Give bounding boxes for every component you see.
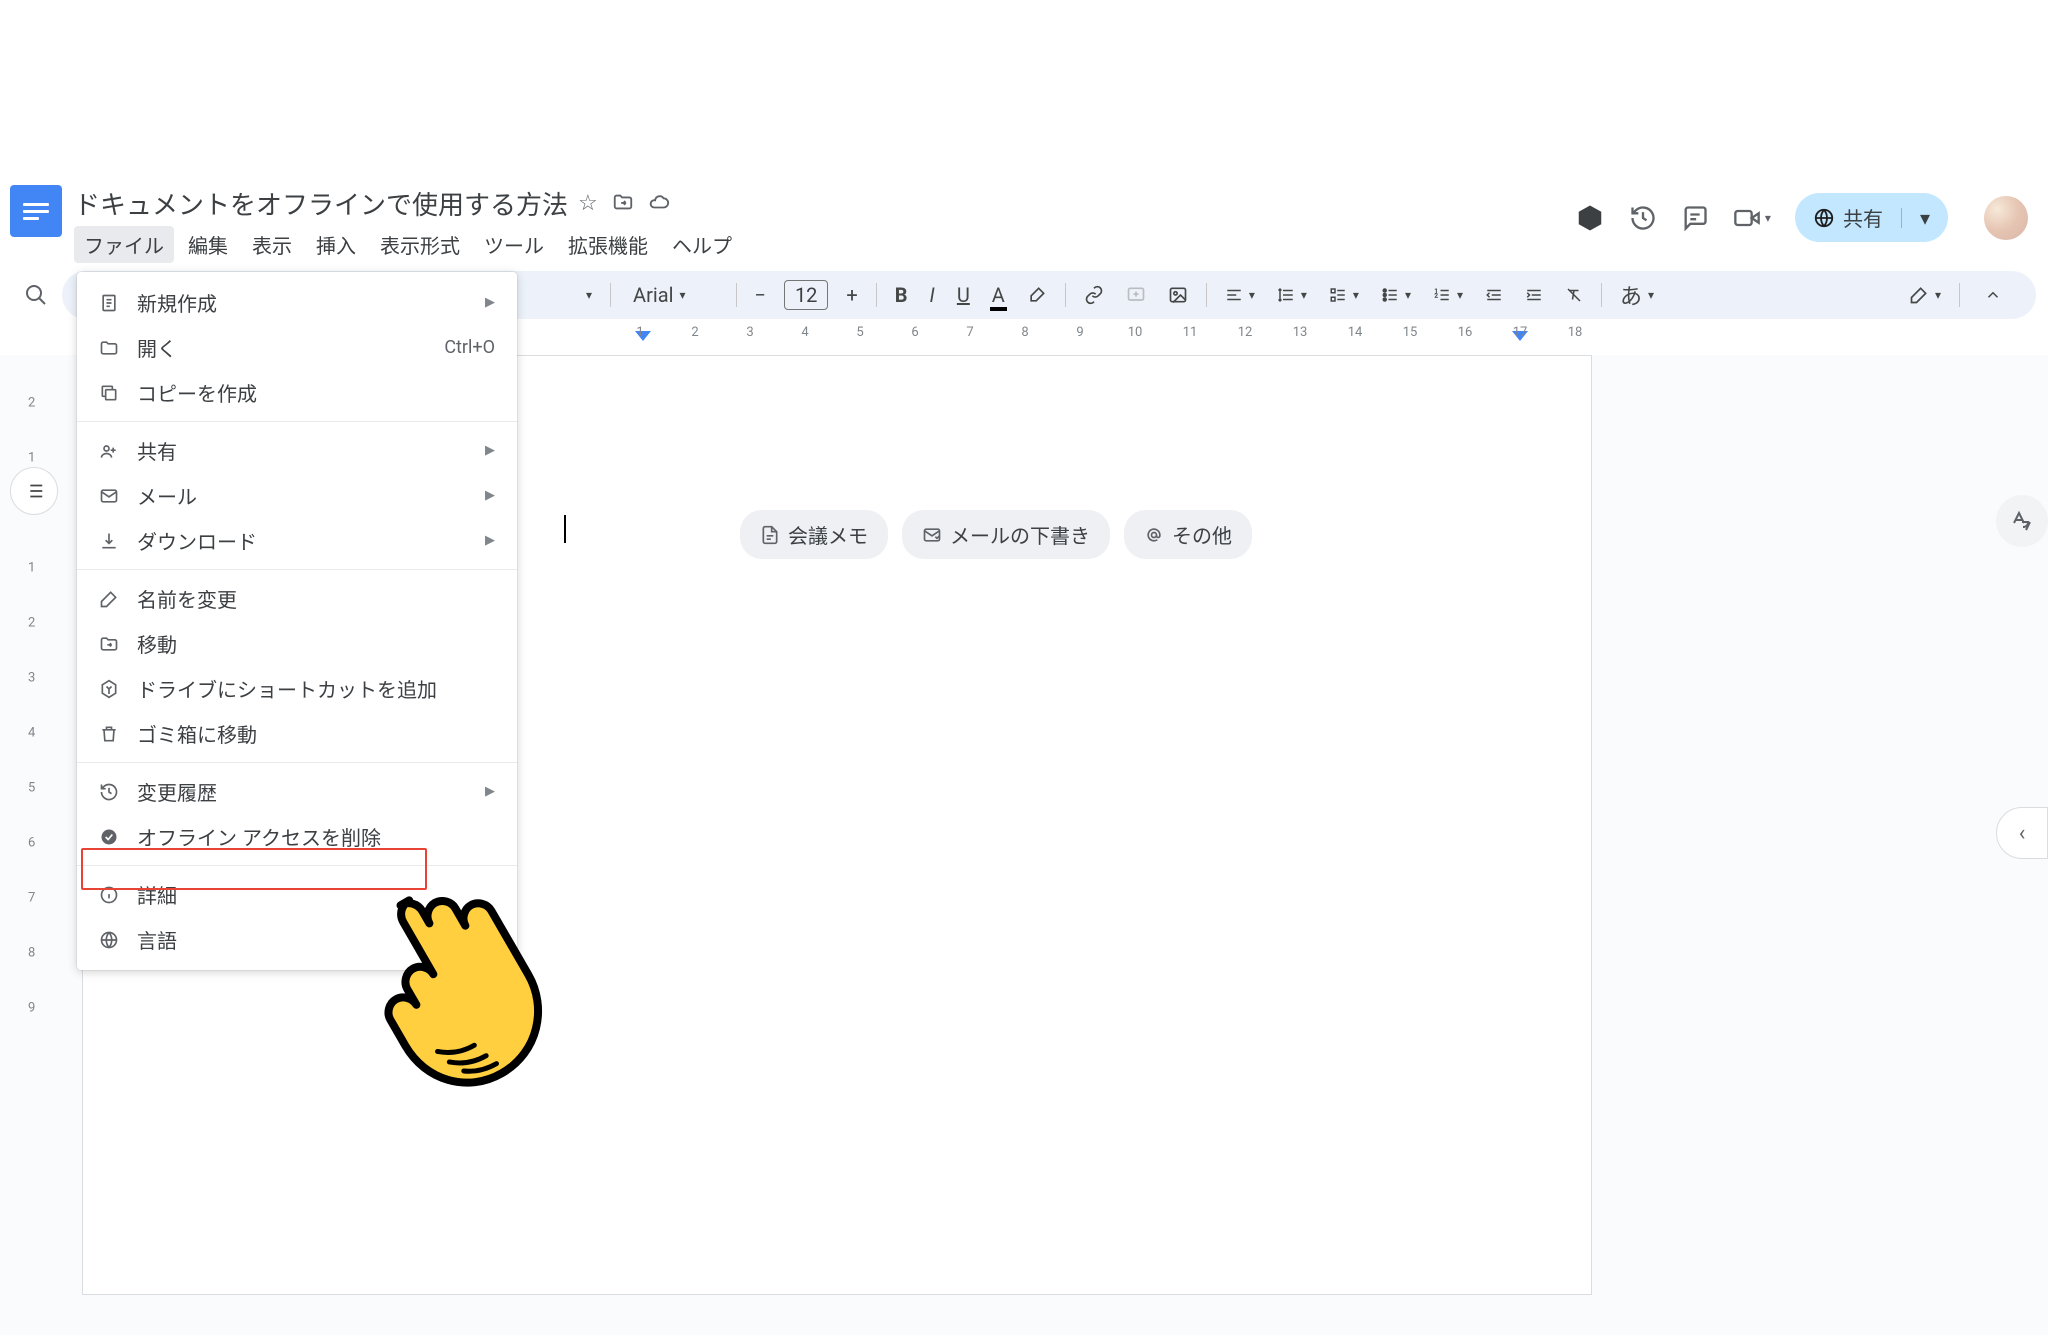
file-menu-history[interactable]: 変更履歴▶	[77, 769, 517, 814]
highlight-button[interactable]	[1019, 279, 1055, 311]
align-button[interactable]	[1217, 280, 1263, 310]
history-icon[interactable]	[1629, 204, 1657, 232]
font-family-dropdown[interactable]: Arial	[621, 283, 725, 307]
history-icon	[99, 782, 123, 802]
menu-編集[interactable]: 編集	[178, 226, 238, 263]
share-icon	[99, 441, 123, 461]
file-menu-copy[interactable]: コピーを作成	[77, 370, 517, 415]
italic-button[interactable]: I	[922, 277, 943, 313]
apps-hex-icon[interactable]	[1575, 203, 1605, 233]
shortcut-icon	[99, 679, 123, 699]
user-avatar[interactable]	[1984, 196, 2028, 240]
menubar: ファイル編集表示挿入表示形式ツール拡張機能ヘルプ	[74, 226, 1563, 263]
underline-button[interactable]: U	[949, 277, 978, 313]
doc-title[interactable]: ドキュメントをオフラインで使用する方法	[74, 185, 568, 222]
menu-挿入[interactable]: 挿入	[306, 226, 366, 263]
chip-メールの下書き[interactable]: メールの下書き	[902, 510, 1110, 559]
cloud-status-icon[interactable]	[648, 191, 670, 216]
editing-mode-button[interactable]	[1901, 279, 1949, 311]
header: ドキュメントをオフラインで使用する方法 ☆ ファイル編集表示挿入表示形式ツール拡…	[0, 175, 2048, 263]
menu-ツール[interactable]: ツール	[474, 226, 554, 263]
page-icon	[760, 525, 780, 545]
file-menu-info[interactable]: 詳細	[77, 872, 517, 917]
text-color-button[interactable]: A	[984, 277, 1013, 313]
menu-ヘルプ[interactable]: ヘルプ	[662, 226, 742, 263]
side-panel-toggle[interactable]: ‹	[1996, 807, 2048, 859]
font-size-increase[interactable]: +	[838, 277, 865, 313]
translate-button[interactable]	[1996, 495, 2048, 547]
insert-image-button[interactable]	[1160, 279, 1196, 311]
trash-icon	[99, 724, 123, 744]
at-icon	[1144, 525, 1164, 545]
line-spacing-button[interactable]	[1269, 280, 1315, 310]
template-chips: 会議メモメールの下書きその他	[740, 510, 1252, 559]
insert-comment-button[interactable]	[1118, 279, 1154, 311]
file-menu-open[interactable]: 開くCtrl+O	[77, 325, 517, 370]
text-cursor	[564, 515, 566, 543]
insert-link-button[interactable]	[1076, 279, 1112, 311]
svg-text:2: 2	[1434, 292, 1438, 299]
clear-formatting-button[interactable]	[1557, 280, 1591, 310]
file-menu-new[interactable]: 新規作成▶	[77, 280, 517, 325]
mail-icon	[99, 486, 123, 506]
file-menu-download[interactable]: ダウンロード▶	[77, 518, 517, 563]
font-size-input[interactable]: 12	[784, 280, 828, 310]
vertical-ruler[interactable]: 21123456789	[28, 363, 50, 1263]
file-menu-move[interactable]: 移動	[77, 621, 517, 666]
file-menu-mail[interactable]: メール▶	[77, 473, 517, 518]
styles-dropdown[interactable]	[572, 282, 600, 308]
chip-その他[interactable]: その他	[1124, 510, 1252, 559]
menu-ファイル[interactable]: ファイル	[74, 226, 174, 263]
file-menu-share[interactable]: 共有▶	[77, 428, 517, 473]
input-tools-button[interactable]: あ	[1612, 273, 1662, 317]
lang-icon	[99, 930, 123, 950]
info-icon	[99, 885, 123, 905]
open-icon	[99, 338, 123, 358]
star-icon[interactable]: ☆	[578, 191, 598, 216]
copy-icon	[99, 383, 123, 403]
indent-increase-button[interactable]	[1517, 280, 1551, 310]
meet-button[interactable]: ▾	[1733, 204, 1771, 232]
share-dropdown-icon[interactable]: ▾	[1920, 206, 1944, 230]
collapse-toolbar-button[interactable]	[1970, 280, 2016, 310]
file-menu-offline[interactable]: オフライン アクセスを削除	[77, 814, 517, 859]
file-menu: 新規作成▶開くCtrl+Oコピーを作成共有▶メール▶ダウンロード▶ 名前を変更移動…	[77, 272, 517, 970]
file-menu-trash[interactable]: ゴミ箱に移動	[77, 711, 517, 756]
file-menu-lang[interactable]: 言語	[77, 917, 517, 962]
menu-表示[interactable]: 表示	[242, 226, 302, 263]
comments-icon[interactable]	[1681, 204, 1709, 232]
menu-表示形式[interactable]: 表示形式	[370, 226, 470, 263]
offline-icon	[99, 827, 123, 847]
share-button[interactable]: 共有 ▾	[1795, 193, 1948, 242]
checklist-button[interactable]	[1321, 280, 1367, 310]
file-menu-rename[interactable]: 名前を変更	[77, 576, 517, 621]
menu-拡張機能[interactable]: 拡張機能	[558, 226, 658, 263]
move-to-folder-icon[interactable]	[612, 191, 634, 216]
mail-icon	[922, 525, 942, 545]
docs-logo[interactable]	[10, 185, 62, 237]
move-icon	[99, 634, 123, 654]
bulleted-list-button[interactable]	[1373, 280, 1419, 310]
indent-decrease-button[interactable]	[1477, 280, 1511, 310]
share-label: 共有	[1843, 203, 1883, 232]
file-menu-shortcut[interactable]: ドライブにショートカットを追加	[77, 666, 517, 711]
toolbar-search-icon[interactable]	[18, 277, 54, 313]
docs-logo-lines	[23, 203, 49, 220]
bold-button[interactable]: B	[887, 277, 916, 313]
chip-会議メモ[interactable]: 会議メモ	[740, 510, 888, 559]
rename-icon	[99, 589, 123, 609]
download-icon	[99, 531, 123, 551]
new-icon	[99, 293, 123, 313]
numbered-list-button[interactable]: 12	[1425, 280, 1471, 310]
font-size-decrease[interactable]: −	[747, 277, 774, 313]
